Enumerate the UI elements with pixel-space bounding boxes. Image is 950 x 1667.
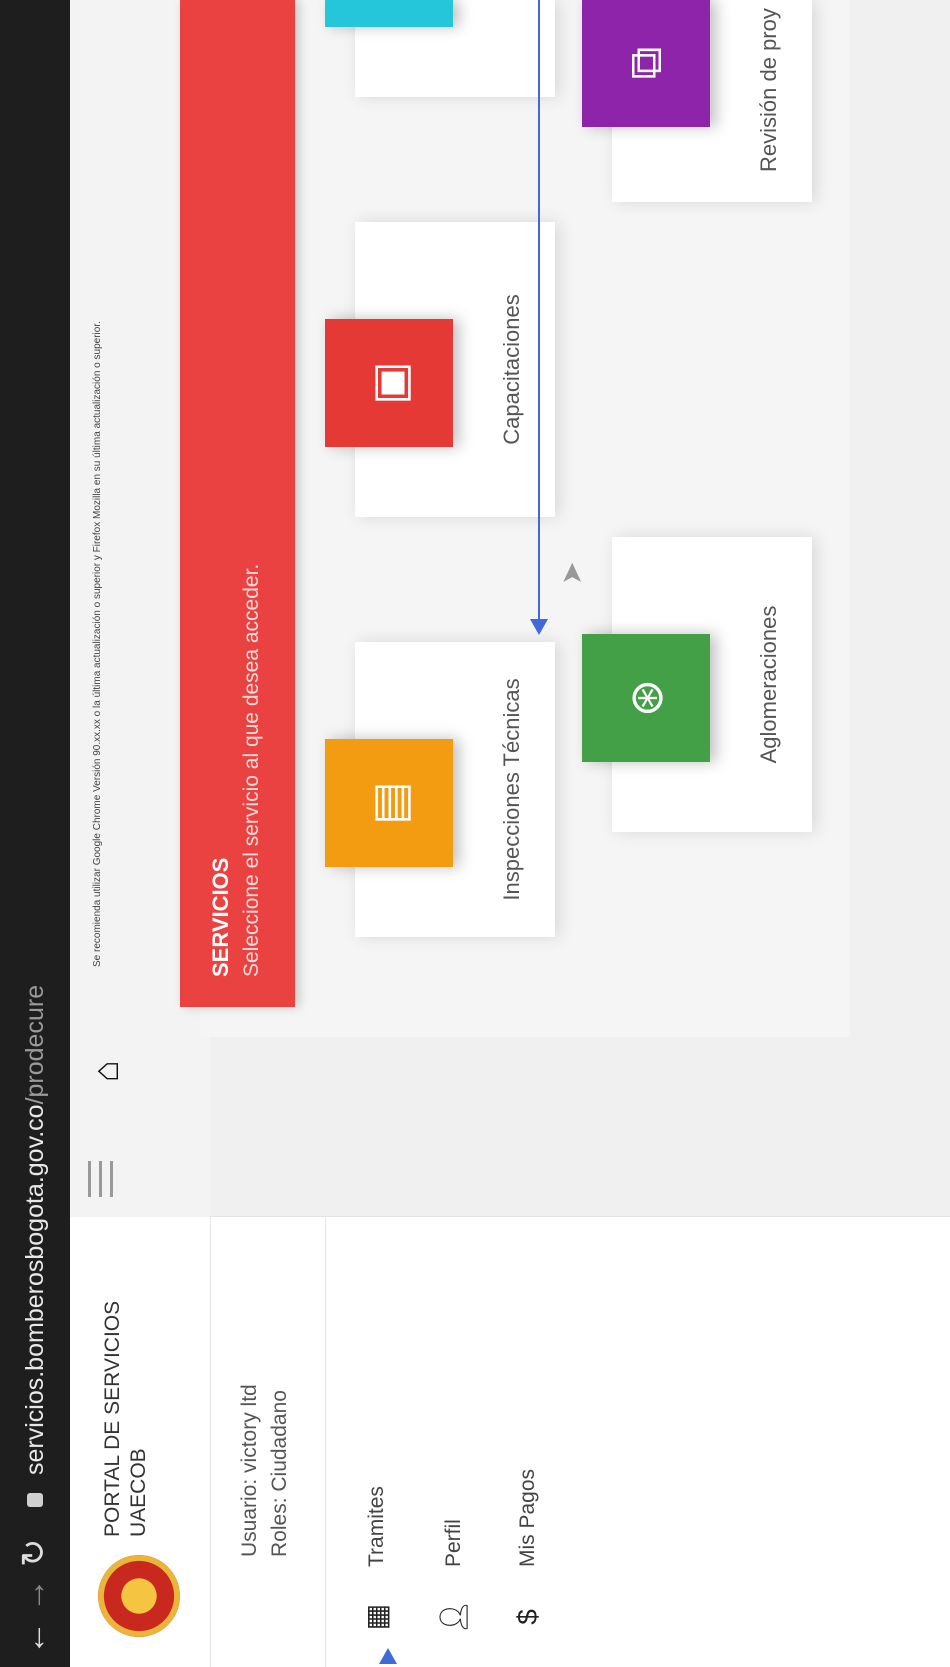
- menu-icon[interactable]: [88, 1161, 122, 1197]
- url-path: /prodecure: [20, 984, 49, 1105]
- sidebar-item-perfil[interactable]: 👤︎ Perfil: [437, 1519, 470, 1637]
- divider: [325, 1217, 326, 1667]
- services-subtitle: Seleccione el servicio al que desea acce…: [240, 563, 263, 977]
- browser-notice: Se recomienda utilizar Google Chrome Ver…: [92, 321, 103, 967]
- sidebar-item-tramites[interactable]: ▦ Tramites: [360, 1486, 393, 1637]
- card-label: Inspecciones Técnicas: [499, 678, 524, 901]
- url-domain: servicios.bomberosbogota.gov.co: [20, 1104, 49, 1475]
- back-arrow-icon[interactable]: ←: [14, 1621, 54, 1655]
- portal-title: PORTAL DE SERVICIOS UAECOB: [101, 1300, 150, 1537]
- arrow-head-icon: [530, 619, 548, 635]
- card-label: Revisión de proy: [756, 8, 781, 172]
- home-icon[interactable]: ⌂: [85, 1060, 127, 1082]
- forward-arrow-icon[interactable]: →: [14, 1578, 54, 1612]
- sidebar-item-label: Tramites: [364, 1486, 388, 1567]
- dollar-icon: $: [512, 1609, 543, 1625]
- crowd-icon[interactable]: ⊛: [582, 634, 710, 762]
- user-icon: 👤︎: [438, 1599, 469, 1635]
- uaecob-logo: [98, 1555, 180, 1637]
- annotation-arrow-head-icon: [379, 1648, 397, 1664]
- lock-icon: [27, 1493, 43, 1507]
- cursor-icon: ➤: [556, 561, 587, 585]
- user-name: Usuario: victory ltd: [238, 1384, 261, 1557]
- tile-partial-icon[interactable]: [325, 0, 453, 27]
- review-icon[interactable]: ⧉: [582, 0, 710, 127]
- sidebar: PORTAL DE SERVICIOS UAECOB Usuario: vict…: [70, 1216, 950, 1667]
- sidebar-item-label: Perfil: [441, 1519, 465, 1567]
- sidebar-item-label: Mis Pagos: [516, 1468, 539, 1567]
- divider: [210, 1217, 211, 1667]
- browser-toolbar: ← → ↻ servicios.bomberosbogota.gov.co /p…: [0, 0, 70, 1667]
- document-icon[interactable]: ▤: [325, 739, 453, 867]
- presentation-icon[interactable]: ▣: [325, 319, 453, 447]
- sidebar-item-mis-pagos[interactable]: $ Mis Pagos: [512, 1469, 544, 1637]
- annotation-arrow: [538, 0, 540, 622]
- reload-icon[interactable]: ↻: [14, 1539, 54, 1568]
- services-header: SERVICIOS Seleccione el servicio al que …: [180, 0, 295, 1007]
- user-roles: Roles: Ciudadano: [268, 1390, 291, 1557]
- grid-icon: ▦: [361, 1603, 392, 1631]
- services-title: SERVICIOS: [208, 857, 233, 977]
- page: ← → ↻ servicios.bomberosbogota.gov.co /p…: [0, 0, 950, 1667]
- address-bar[interactable]: servicios.bomberosbogota.gov.co /prodecu…: [12, 517, 58, 1517]
- card-label: Capacitaciones: [499, 294, 524, 445]
- card-label: Aglomeraciones: [756, 605, 781, 764]
- user-info: Usuario: victory ltd Roles: Ciudadano: [235, 1384, 295, 1557]
